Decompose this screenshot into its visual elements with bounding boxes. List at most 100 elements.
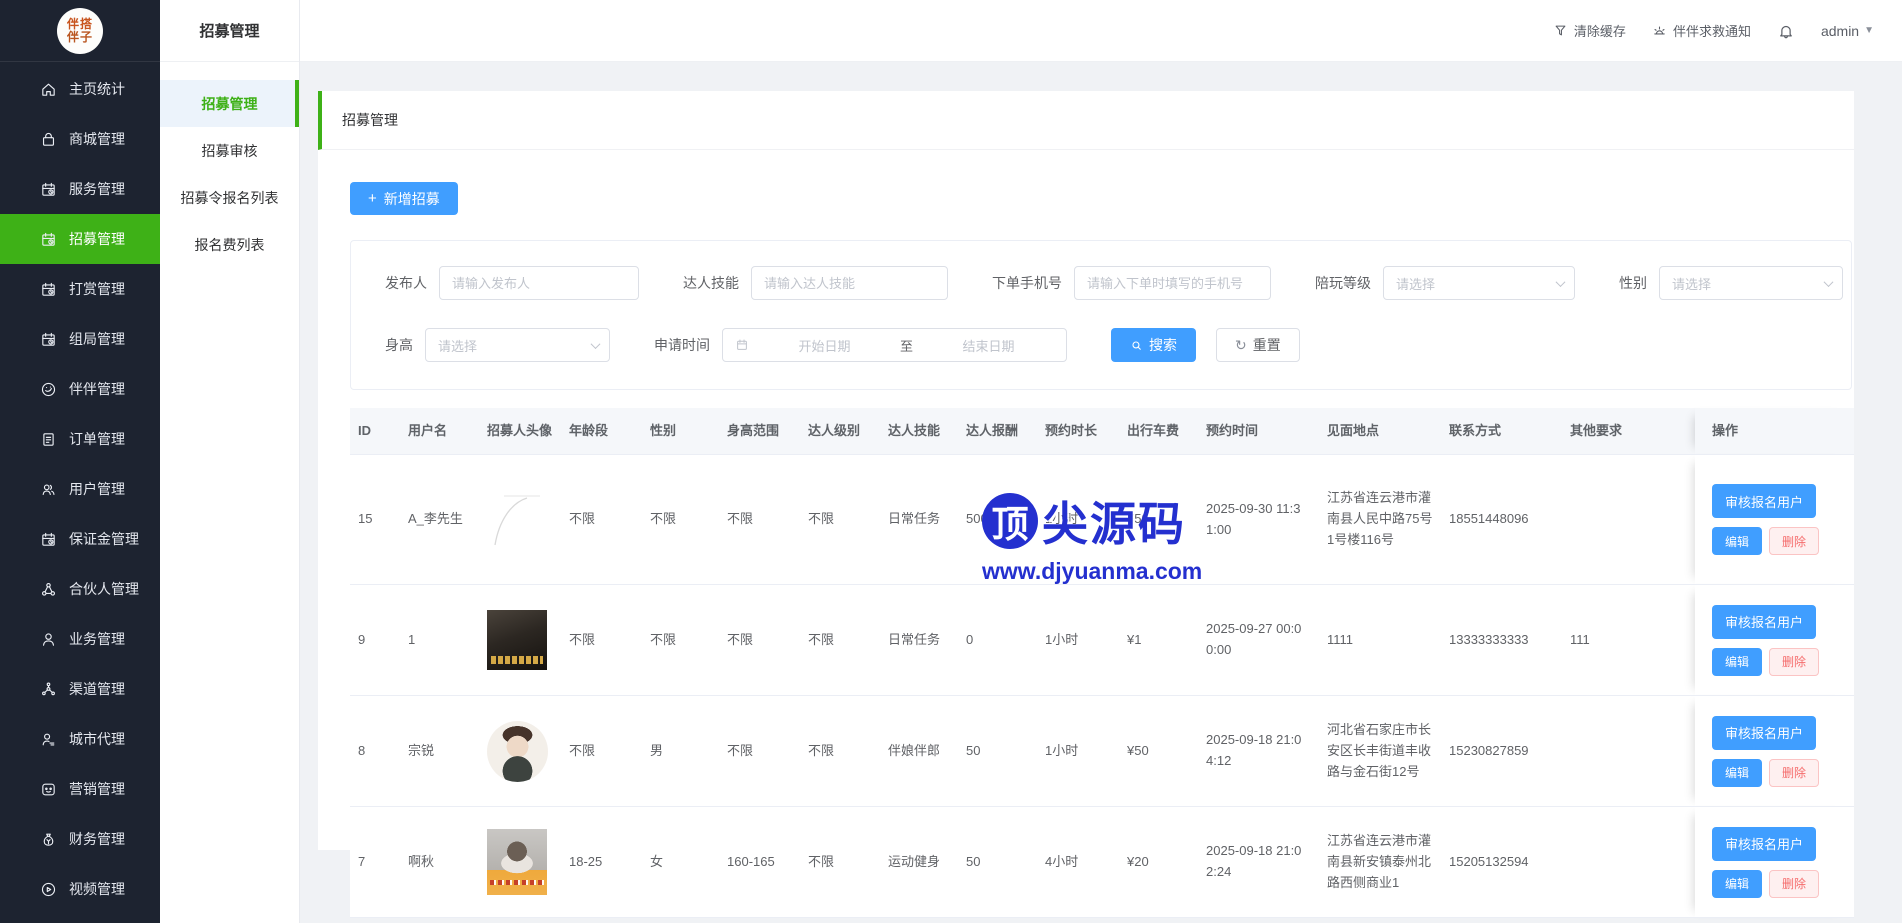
level-select[interactable]: 请选择: [1383, 266, 1575, 300]
cell-age: 不限: [561, 455, 642, 585]
submenu-item-招募审核[interactable]: 招募审核: [160, 127, 299, 174]
sos-notice-label: 伴伴求救通知: [1673, 21, 1751, 40]
sidebar-item-label: 合伙人管理: [69, 579, 139, 599]
sidebar-item-打赏管理[interactable]: 打赏管理: [0, 264, 160, 314]
review-applicants-button[interactable]: 审核报名用户: [1712, 605, 1816, 639]
edit-button[interactable]: 编辑: [1712, 527, 1762, 555]
sidebar-item-组局管理[interactable]: 组局管理: [0, 314, 160, 364]
cell-age: 不限: [561, 585, 642, 696]
delete-button[interactable]: 删除: [1769, 759, 1819, 787]
sidebar-item-营销管理[interactable]: 营销管理: [0, 764, 160, 814]
business-user-icon: [40, 631, 57, 648]
column-header-出行车费: 出行车费: [1119, 408, 1198, 455]
sidebar-item-保证金管理[interactable]: 保证金管理: [0, 514, 160, 564]
reward-calendar-icon: [40, 281, 57, 298]
publisher-input[interactable]: [439, 266, 639, 300]
sidebar-item-订单管理[interactable]: 订单管理: [0, 414, 160, 464]
sidebar-item-合伙人管理[interactable]: 合伙人管理: [0, 564, 160, 614]
sidebar-item-label: 保证金管理: [69, 529, 139, 549]
sidebar-item-业务管理[interactable]: 业务管理: [0, 614, 160, 664]
cell-other: [1562, 455, 1695, 585]
cell-height: 不限: [719, 696, 800, 807]
secondary-sidebar: 招募管理 招募管理招募审核招募令报名列表报名费列表: [160, 0, 300, 923]
notification-bell-icon[interactable]: [1777, 22, 1795, 40]
calendar-icon: [735, 338, 749, 352]
cell-contact: 15205132594: [1441, 807, 1562, 918]
edit-button[interactable]: 编辑: [1712, 759, 1762, 787]
cell-reward: 50: [958, 696, 1037, 807]
submenu-item-招募管理[interactable]: 招募管理: [160, 80, 299, 127]
add-recruit-button[interactable]: + 新增招募: [350, 182, 458, 215]
table-row: 91不限不限不限不限日常任务01小时¥12025-09-27 00:00:001…: [350, 585, 1854, 696]
chevron-down-icon: [591, 339, 601, 349]
review-applicants-button[interactable]: 审核报名用户: [1712, 827, 1816, 861]
review-applicants-button[interactable]: 审核报名用户: [1712, 484, 1816, 518]
column-header-ID: ID: [350, 408, 400, 455]
submenu-title: 招募管理: [160, 0, 299, 62]
clear-cache-icon: [1553, 23, 1568, 38]
skill-input[interactable]: [751, 266, 948, 300]
start-date-placeholder: 开始日期: [759, 336, 890, 355]
group-calendar-icon: [40, 331, 57, 348]
sidebar-item-主页统计[interactable]: 主页统计: [0, 64, 160, 114]
filter-panel: 发布人 达人技能 下单手机号 陪玩等级 请选择: [350, 240, 1852, 390]
sidebar-item-财务管理[interactable]: 财务管理: [0, 814, 160, 864]
cell-reward: 0: [958, 585, 1037, 696]
delete-button[interactable]: 删除: [1769, 870, 1819, 898]
cell-contact: 13333333333: [1441, 585, 1562, 696]
sidebar-item-城市代理[interactable]: 城市代理: [0, 714, 160, 764]
cell-duration: 1小时: [1037, 696, 1119, 807]
search-button[interactable]: 搜索: [1111, 328, 1196, 362]
cell-level: 不限: [800, 696, 880, 807]
app-logo[interactable]: 伴搭 伴子: [57, 8, 103, 54]
cell-username: 宗锐: [400, 696, 479, 807]
sidebar-item-视频管理[interactable]: 视频管理: [0, 864, 160, 914]
cell-actions: 审核报名用户编辑删除: [1695, 455, 1854, 585]
main-area: 招募管理 + 新增招募 发布人 达人技能 下单手机: [300, 62, 1902, 923]
date-range-picker[interactable]: 开始日期 至 结束日期: [722, 328, 1067, 362]
edit-button[interactable]: 编辑: [1712, 870, 1762, 898]
cell-contact: 18551448096: [1441, 455, 1562, 585]
sidebar-menu: 主页统计商城管理服务管理招募管理打赏管理组局管理伴伴管理订单管理用户管理保证金管…: [0, 62, 160, 914]
phone-input[interactable]: [1074, 266, 1271, 300]
sidebar-item-渠道管理[interactable]: 渠道管理: [0, 664, 160, 714]
sidebar-item-服务管理[interactable]: 服务管理: [0, 164, 160, 214]
submenu-item-招募令报名列表[interactable]: 招募令报名列表: [160, 174, 299, 221]
delete-button[interactable]: 删除: [1769, 527, 1819, 555]
caret-down-icon: ▼: [1864, 25, 1874, 36]
filter-gender: 性别 请选择: [1619, 266, 1843, 300]
cell-location: 江苏省连云港市灌南县人民中路75号1号楼116号: [1319, 455, 1441, 585]
filter-row-1: 发布人 达人技能 下单手机号 陪玩等级 请选择: [385, 266, 1831, 300]
user-menu[interactable]: admin ▼: [1821, 23, 1874, 39]
recruit-table: ID用户名招募人头像年龄段性别身高范围达人级别达人技能达人报酬预约时长出行车费预…: [350, 408, 1854, 918]
gender-select[interactable]: 请选择: [1659, 266, 1843, 300]
cell-skill: 伴娘伴郎: [880, 696, 958, 807]
partner-icon: [40, 581, 57, 598]
sidebar-item-label: 伴伴管理: [69, 379, 125, 399]
cell-other: [1562, 807, 1695, 918]
cell-id: 15: [350, 455, 400, 585]
content-card: + 新增招募 发布人 达人技能 下单手机号: [318, 150, 1854, 850]
cell-time: 2025-09-30 11:31:00: [1198, 455, 1319, 585]
sidebar-item-商城管理[interactable]: 商城管理: [0, 114, 160, 164]
column-header-身高范围: 身高范围: [719, 408, 800, 455]
submenu-item-报名费列表[interactable]: 报名费列表: [160, 221, 299, 268]
column-header-达人技能: 达人技能: [880, 408, 958, 455]
end-date-placeholder: 结束日期: [923, 336, 1054, 355]
height-select[interactable]: 请选择: [425, 328, 610, 362]
delete-button[interactable]: 删除: [1769, 648, 1819, 676]
reset-button[interactable]: ↻ 重置: [1216, 328, 1300, 362]
cell-skill: 日常任务: [880, 455, 958, 585]
sidebar-item-用户管理[interactable]: 用户管理: [0, 464, 160, 514]
cell-id: 7: [350, 807, 400, 918]
sidebar-item-伴伴管理[interactable]: 伴伴管理: [0, 364, 160, 414]
clear-cache-label: 清除缓存: [1574, 21, 1626, 40]
cell-contact: 15230827859: [1441, 696, 1562, 807]
edit-button[interactable]: 编辑: [1712, 648, 1762, 676]
cell-id: 9: [350, 585, 400, 696]
cell-duration: 1小时: [1037, 585, 1119, 696]
sidebar-item-招募管理[interactable]: 招募管理: [0, 214, 160, 264]
clear-cache-button[interactable]: 清除缓存: [1553, 21, 1626, 40]
sos-notice-button[interactable]: 伴伴求救通知: [1652, 21, 1751, 40]
review-applicants-button[interactable]: 审核报名用户: [1712, 716, 1816, 750]
